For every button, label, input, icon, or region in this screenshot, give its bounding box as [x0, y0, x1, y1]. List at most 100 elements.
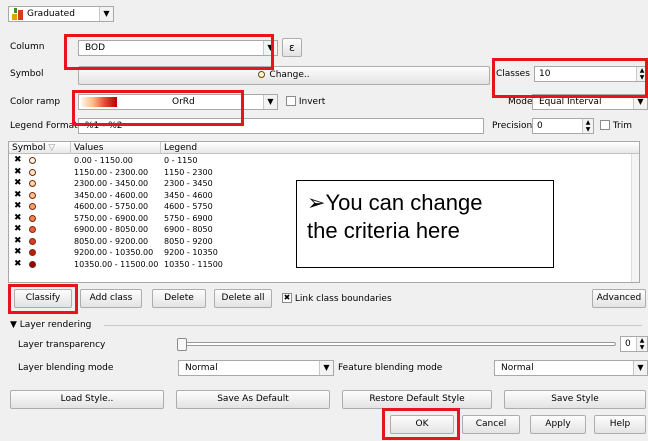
expression-button[interactable]: ε — [282, 38, 302, 57]
highlight-classify — [8, 284, 78, 314]
spin-arrows-icon[interactable]: ▲ ▼ — [636, 337, 647, 351]
graduated-renderer-icon — [12, 8, 24, 20]
class-values: 8050.00 - 9200.00 — [74, 236, 149, 246]
checked-icon[interactable]: ✖ — [282, 292, 292, 303]
class-legend: 0 - 1150 — [164, 156, 198, 165]
header-symbol[interactable]: Symbol ▽ — [9, 142, 71, 154]
visibility-checkbox-icon[interactable]: ✖ — [14, 247, 22, 258]
highlight-classes — [492, 58, 648, 98]
class-values: 3450.00 - 4600.00 — [74, 190, 149, 200]
invert-label: Invert — [298, 97, 326, 107]
renderer-value: Graduated — [27, 9, 75, 19]
class-values: 4600.00 - 5750.00 — [74, 202, 149, 211]
chevron-down-icon: ▼ — [633, 361, 647, 375]
class-symbol-icon — [29, 260, 36, 268]
change-label: Change.. — [269, 70, 310, 80]
visibility-checkbox-icon[interactable]: ✖ — [14, 167, 22, 178]
legend-format-label: Legend Format — [10, 121, 78, 131]
class-legend: 10350 - 11500 — [164, 259, 223, 269]
spin-arrows-icon[interactable]: ▲ ▼ — [582, 119, 593, 133]
annotation-callout: ➢You can change the criteria here — [296, 180, 554, 268]
trim-checkbox[interactable] — [600, 119, 610, 130]
visibility-checkbox-icon[interactable]: ✖ — [14, 178, 22, 189]
link-class-boundaries-toggle[interactable]: ✖ Link class boundaries — [282, 292, 392, 305]
transparency-slider[interactable] — [177, 338, 616, 351]
visibility-checkbox-icon[interactable]: ✖ — [14, 259, 22, 270]
visibility-checkbox-icon[interactable]: ✖ — [14, 236, 22, 247]
class-symbol-icon — [29, 237, 36, 245]
class-values: 5750.00 - 6900.00 — [74, 213, 149, 223]
advanced-button[interactable]: Advanced — [592, 289, 646, 308]
class-values: 10350.00 - 11500.00 — [74, 259, 159, 269]
class-symbol-icon — [29, 226, 36, 233]
transparency-label: Layer transparency — [18, 340, 106, 350]
table-row[interactable]: ✖ 0.00 - 1150.00 0 - 1150 — [9, 155, 639, 166]
cancel-button[interactable]: Cancel — [462, 415, 520, 434]
class-symbol-icon — [29, 203, 36, 210]
header-legend[interactable]: Legend — [161, 142, 639, 154]
class-legend: 8050 - 9200 — [164, 236, 213, 246]
class-symbol-icon — [29, 168, 36, 176]
highlight-column — [64, 34, 274, 70]
table-row[interactable]: ✖ 1150.00 - 2300.00 1150 - 2300 — [9, 167, 639, 178]
header-values[interactable]: Values — [71, 142, 161, 154]
callout-line-2: the criteria here — [307, 218, 460, 243]
class-symbol-icon — [29, 157, 36, 164]
chevron-down-icon: ▼ — [263, 95, 277, 109]
class-values: 6900.00 - 8050.00 — [74, 225, 149, 234]
load-style-button[interactable]: Load Style.. — [10, 390, 164, 409]
class-legend: 3450 - 4600 — [164, 190, 213, 200]
layer-blending-select[interactable]: Normal ▼ — [178, 360, 334, 376]
add-class-button[interactable]: Add class — [80, 289, 142, 308]
symbol-label: Symbol — [10, 69, 44, 79]
layer-rendering-header[interactable]: ▼ Layer rendering — [10, 319, 91, 331]
delete-all-button[interactable]: Delete all — [214, 289, 272, 308]
visibility-checkbox-icon[interactable]: ✖ — [14, 155, 22, 166]
delete-button[interactable]: Delete — [152, 289, 206, 308]
class-legend: 4600 - 5750 — [164, 202, 213, 211]
class-symbol-icon — [29, 214, 36, 222]
precision-value: 0 — [537, 121, 543, 131]
save-style-button[interactable]: Save Style — [504, 390, 646, 409]
invert-toggle[interactable]: Invert — [286, 95, 326, 108]
class-symbol-icon — [29, 249, 36, 256]
class-legend: 5750 - 6900 — [164, 213, 213, 223]
invert-checkbox[interactable] — [286, 95, 296, 106]
chevron-down-icon: ▼ — [99, 7, 113, 21]
apply-button[interactable]: Apply — [530, 415, 586, 434]
chevron-down-icon: ▼ — [319, 361, 333, 375]
symbol-preview-icon — [258, 71, 266, 78]
class-values: 1150.00 - 2300.00 — [74, 167, 149, 177]
restore-default-style-button[interactable]: Restore Default Style — [342, 390, 492, 409]
class-legend: 2300 - 3450 — [164, 179, 213, 188]
arrow-bullet-icon: ➢ — [307, 190, 326, 215]
blending-mode-label: Layer blending mode — [18, 363, 114, 373]
visibility-checkbox-icon[interactable]: ✖ — [14, 190, 22, 201]
feature-blending-select[interactable]: Normal ▼ — [494, 360, 648, 376]
column-label: Column — [10, 42, 45, 52]
renderer-select[interactable]: Graduated ▼ — [8, 6, 114, 22]
visibility-checkbox-icon[interactable]: ✖ — [14, 201, 22, 212]
help-button[interactable]: Help — [594, 415, 646, 434]
highlight-color-ramp — [72, 90, 244, 126]
highlight-ok — [382, 408, 460, 440]
class-legend: 1150 - 2300 — [164, 167, 213, 177]
class-legend: 6900 - 8050 — [164, 225, 213, 234]
save-as-default-button[interactable]: Save As Default — [176, 390, 330, 409]
class-values: 9200.00 - 10350.00 — [74, 248, 154, 257]
visibility-checkbox-icon[interactable]: ✖ — [14, 224, 22, 235]
sort-icon: ▽ — [48, 143, 56, 153]
table-scrollbar[interactable] — [631, 154, 639, 282]
triangle-down-icon: ▼ — [10, 320, 17, 330]
precision-spinbox[interactable]: 0 ▲ ▼ — [532, 118, 594, 134]
class-symbol-icon — [29, 180, 36, 187]
transparency-spinbox[interactable]: 0 ▲ ▼ — [620, 336, 648, 352]
precision-label: Precision — [492, 121, 533, 131]
trim-label: Trim — [612, 121, 633, 131]
class-symbol-icon — [29, 191, 36, 199]
callout-line-1: ➢You can change — [307, 190, 483, 215]
table-header: Symbol ▽ Values Legend — [9, 142, 639, 154]
visibility-checkbox-icon[interactable]: ✖ — [14, 213, 22, 224]
trim-toggle[interactable]: Trim — [600, 119, 633, 132]
slider-handle[interactable] — [177, 338, 187, 351]
